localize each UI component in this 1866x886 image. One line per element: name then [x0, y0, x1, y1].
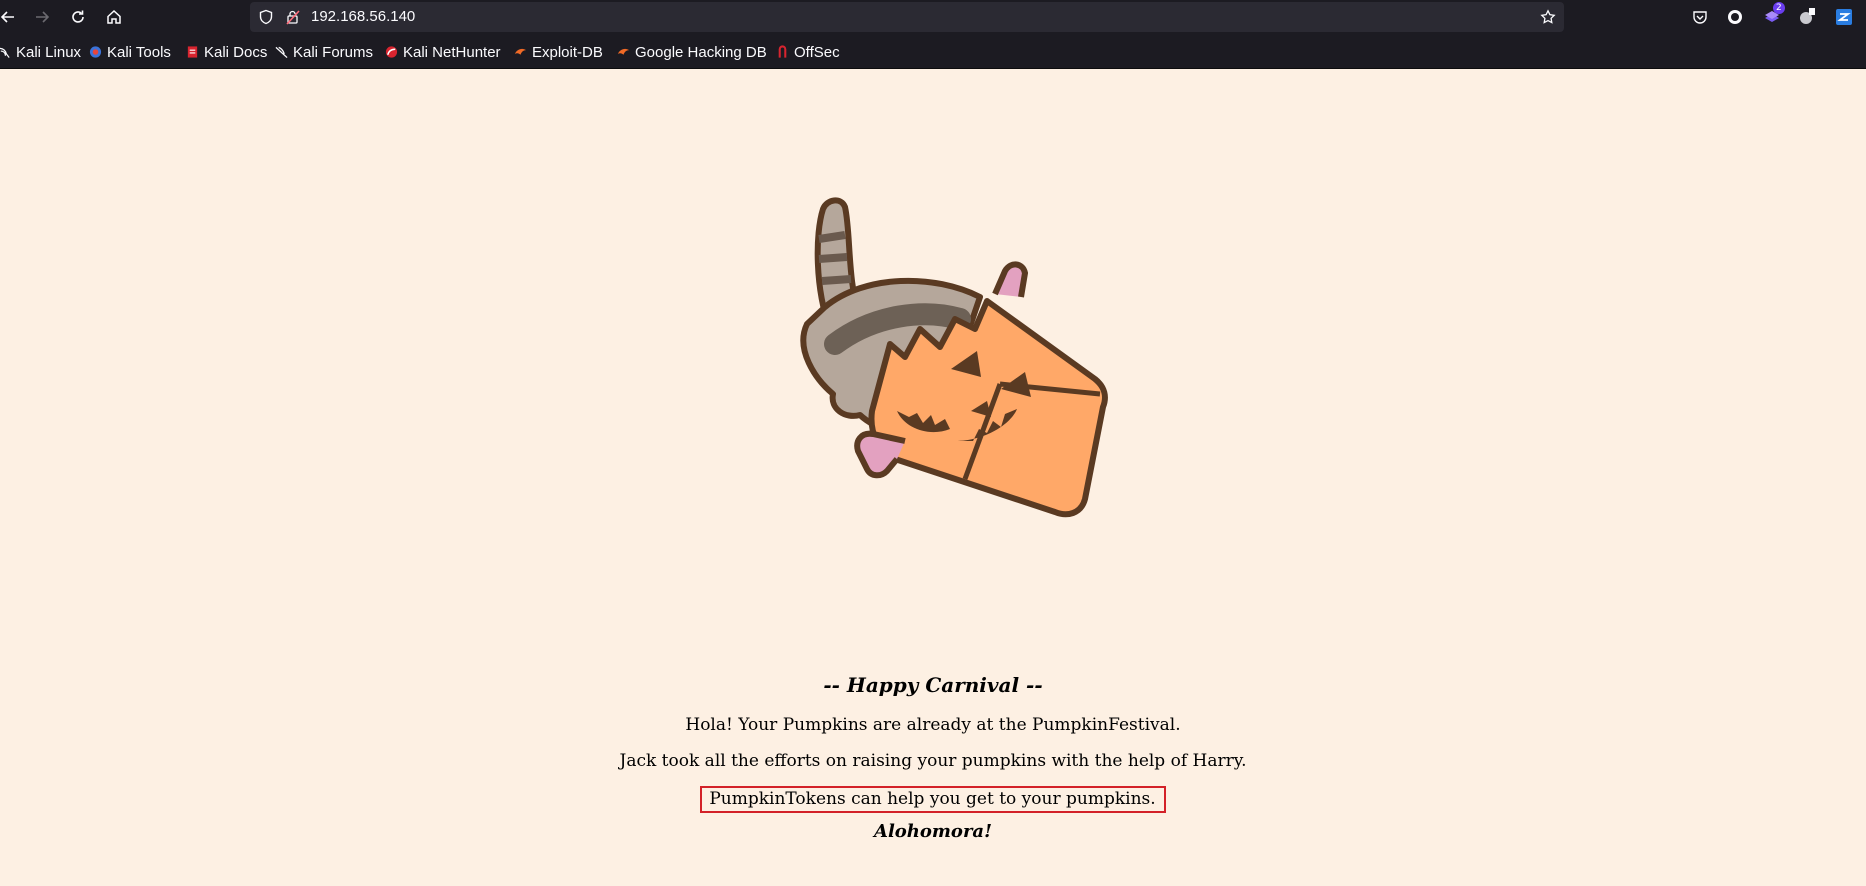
bookmark-label: OffSec	[794, 43, 840, 61]
home-button[interactable]	[102, 5, 126, 29]
nethunter-icon	[385, 46, 398, 58]
bookmark-exploit-db[interactable]: Exploit-DB	[514, 43, 603, 61]
bookmark-kali-docs[interactable]: Kali Docs	[186, 43, 267, 61]
page-content: -- Happy Carnival -- Hola! Your Pumpkins…	[0, 69, 1866, 886]
address-bar[interactable]: 192.168.56.140	[250, 2, 1564, 32]
bookmark-kali-forums[interactable]: Kali Forums	[275, 43, 373, 61]
cat-in-pumpkin-bag-image	[800, 197, 1108, 518]
greeting-text: Hola! Your Pumpkins are already at the P…	[685, 715, 1181, 735]
bookmark-label: Kali Forums	[293, 43, 374, 61]
ghdb-icon	[617, 48, 630, 55]
extension-button-2[interactable]: 2	[1762, 2, 1785, 27]
bookmark-offsec[interactable]: OffSec	[776, 43, 840, 61]
bookmark-label: Kali Tools	[107, 43, 171, 61]
bookmark-label: Kali Docs	[204, 43, 268, 61]
circle-extension-icon	[1728, 10, 1742, 24]
kali-docs-icon	[187, 46, 198, 58]
reload-icon	[72, 10, 84, 23]
story-text: Jack took all the efforts on raising you…	[619, 751, 1247, 771]
reload-button[interactable]	[66, 5, 90, 29]
highlighted-hint-row: PumpkinTokens can help you get to your p…	[0, 786, 1866, 813]
bookmark-label: Google Hacking DB	[635, 43, 767, 61]
page-heading: -- Happy Carnival --	[823, 673, 1043, 697]
back-arrow-icon	[0, 11, 14, 23]
extension-badge: 2	[1773, 2, 1785, 14]
gear-extension-icon	[1800, 8, 1815, 24]
kali-tools-icon	[89, 46, 102, 58]
browser-toolbar: 192.168.56.140 2	[0, 0, 1866, 34]
blue-square-extension-icon	[1836, 9, 1852, 25]
bookmark-label: Kali Linux	[16, 43, 82, 61]
bookmark-kali-tools[interactable]: Kali Tools	[89, 43, 171, 61]
bookmark-label: Exploit-DB	[532, 43, 603, 61]
bookmark-star-icon[interactable]	[1540, 9, 1556, 25]
forward-arrow-icon	[36, 11, 50, 23]
pumpkin-tokens-hint: PumpkinTokens can help you get to your p…	[700, 786, 1166, 813]
bookmarks-toolbar: Kali Linux Kali Tools Kali Docs Kali For…	[0, 34, 1866, 69]
url-text[interactable]: 192.168.56.140	[311, 8, 415, 25]
bookmark-kali-linux[interactable]: Kali Linux	[0, 43, 81, 61]
forward-button[interactable]	[30, 5, 54, 29]
pocket-icon	[1693, 11, 1707, 24]
kali-forums-icon	[275, 46, 288, 59]
exploit-db-icon	[514, 48, 527, 55]
extension-button-3[interactable]	[1797, 7, 1817, 27]
insecure-lock-icon[interactable]	[285, 9, 301, 25]
closing-phrase: Alohomora!	[873, 821, 992, 842]
offsec-icon	[778, 45, 787, 58]
bookmark-kali-nethunter[interactable]: Kali NetHunter	[385, 43, 501, 61]
bookmark-google-hacking-db[interactable]: Google Hacking DB	[617, 43, 767, 61]
home-icon	[107, 9, 121, 24]
extension-button-1[interactable]	[1725, 7, 1745, 27]
shield-icon[interactable]	[258, 9, 274, 25]
kali-dragon-icon	[0, 47, 10, 58]
bookmark-label: Kali NetHunter	[403, 43, 501, 61]
back-button[interactable]	[0, 5, 20, 29]
pocket-button[interactable]	[1690, 7, 1710, 27]
extension-button-4[interactable]	[1834, 7, 1854, 27]
